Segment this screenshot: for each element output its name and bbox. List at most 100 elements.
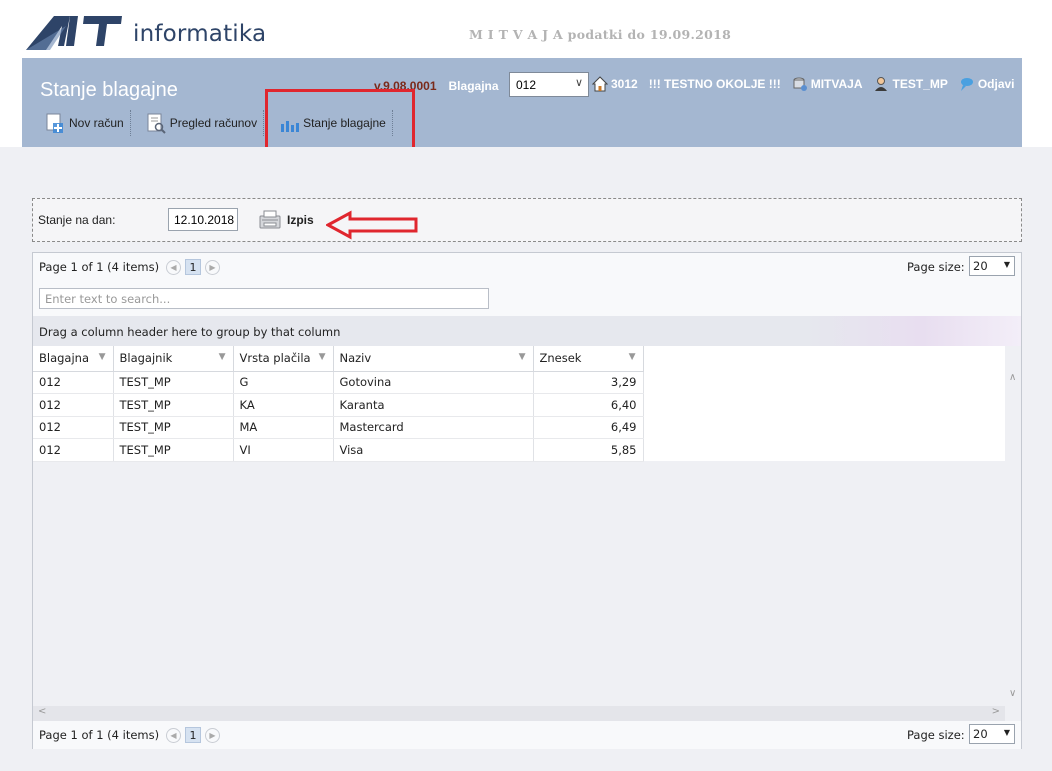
page-number[interactable]: 1 bbox=[185, 727, 201, 743]
red-arrow-annotation bbox=[326, 210, 418, 240]
chevron-down-icon: ∨ bbox=[574, 77, 583, 89]
cell-blagajna: 012 bbox=[33, 438, 114, 462]
column-title: Naziv bbox=[339, 351, 372, 366]
group-panel[interactable]: Drag a column header here to group by th… bbox=[33, 316, 1021, 346]
next-page-icon[interactable]: ▶ bbox=[205, 727, 220, 743]
db-name: MITVAJA bbox=[810, 77, 863, 91]
page-size-value: 20 bbox=[973, 727, 988, 741]
cell-blagajna: 012 bbox=[33, 371, 114, 394]
print-button[interactable]: Izpis bbox=[258, 209, 314, 231]
cell-blagajnik: TEST_MP bbox=[113, 416, 234, 439]
search-row: Enter text to search... bbox=[33, 281, 1021, 316]
table-row[interactable]: 012 TEST_MP KA Karanta 6,40 bbox=[33, 393, 644, 417]
scroll-up-icon[interactable]: ∧ bbox=[1009, 372, 1016, 383]
filter-icon[interactable]: ▼ bbox=[519, 352, 526, 362]
cell-naziv: Visa bbox=[333, 438, 534, 462]
cell-znesek: 3,29 bbox=[533, 371, 644, 394]
page-size-label: Page size: bbox=[907, 260, 965, 274]
cell-blagajnik: TEST_MP bbox=[113, 393, 234, 417]
home-icon bbox=[592, 76, 608, 92]
header-item-store[interactable]: 3012 bbox=[592, 76, 638, 92]
pager-summary: Page 1 of 1 (4 items) bbox=[39, 260, 160, 274]
filter-icon[interactable]: ▼ bbox=[319, 352, 326, 362]
next-page-icon[interactable]: ▶ bbox=[205, 259, 220, 275]
header-item-user[interactable]: TEST_MP bbox=[873, 76, 948, 92]
user-name: TEST_MP bbox=[892, 77, 948, 91]
store-code: 3012 bbox=[611, 77, 638, 91]
cell-vrsta-placila: VI bbox=[233, 438, 334, 462]
blagajna-select[interactable]: 012 ∨ bbox=[509, 72, 589, 97]
database-user-icon bbox=[793, 77, 807, 91]
horizontal-scrollbar[interactable]: < > bbox=[33, 706, 1005, 721]
prev-page-icon[interactable]: ◀ bbox=[166, 727, 181, 743]
page-size-select[interactable]: 20 ▼ bbox=[969, 256, 1015, 276]
filter-icon[interactable]: ▼ bbox=[219, 352, 226, 362]
page-size-select[interactable]: 20 ▼ bbox=[969, 724, 1015, 744]
column-title: Znesek bbox=[539, 351, 582, 366]
prev-page-icon[interactable]: ◀ bbox=[166, 259, 181, 275]
cell-blagajna: 012 bbox=[33, 416, 114, 439]
brand-text: informatika bbox=[133, 21, 267, 47]
document-search-icon bbox=[147, 113, 166, 134]
mit-logo-mark bbox=[26, 16, 122, 50]
cell-blagajnik: TEST_MP bbox=[113, 371, 234, 394]
table-row[interactable]: 012 TEST_MP G Gotovina 3,29 bbox=[33, 371, 644, 394]
cell-znesek: 5,85 bbox=[533, 438, 644, 462]
column-header-vrsta-placila[interactable]: Vrsta plačila ▼ bbox=[233, 346, 334, 372]
header-item-db[interactable]: MITVAJA bbox=[792, 76, 863, 92]
scroll-right-icon[interactable]: > bbox=[992, 706, 1000, 717]
pager-summary: Page 1 of 1 (4 items) bbox=[39, 728, 160, 742]
cell-naziv: Mastercard bbox=[333, 416, 534, 439]
dropdown-arrow-icon: ▼ bbox=[1003, 260, 1010, 269]
blagajna-select-value: 012 bbox=[516, 78, 537, 92]
column-title: Blagajnik bbox=[119, 351, 173, 366]
column-title: Blagajna bbox=[39, 351, 90, 366]
printer-icon bbox=[259, 210, 281, 229]
column-header-blagajnik[interactable]: Blagajnik ▼ bbox=[113, 346, 234, 372]
cell-vrsta-placila: G bbox=[233, 371, 334, 394]
vertical-scrollbar[interactable]: ∧ ∨ bbox=[1005, 346, 1021, 708]
user-icon bbox=[875, 77, 888, 91]
logout-label: Odjavi bbox=[977, 77, 1015, 91]
scroll-down-icon[interactable]: ∨ bbox=[1009, 688, 1016, 699]
cell-naziv: Karanta bbox=[333, 393, 534, 417]
page-title: Stanje blagajne bbox=[40, 79, 178, 101]
page-size-label: Page size: bbox=[907, 728, 965, 742]
invoice-review-label: Pregled računov bbox=[169, 116, 258, 130]
top-pager: Page 1 of 1 (4 items) ◀ 1 ▶ Page size: 2… bbox=[33, 253, 1021, 281]
table-row[interactable]: 012 TEST_MP MA Mastercard 6,49 bbox=[33, 416, 644, 439]
group-hint: Drag a column header here to group by th… bbox=[39, 325, 341, 339]
blagajna-label: Blagajna bbox=[448, 79, 499, 93]
filter-icon[interactable]: ▼ bbox=[629, 352, 636, 362]
filter-icon[interactable]: ▼ bbox=[99, 352, 106, 362]
cell-vrsta-placila: KA bbox=[233, 393, 334, 417]
header-items: 3012 !!! TESTNO OKOLJE !!! MITVAJA TEST_… bbox=[592, 76, 1026, 92]
invoice-review-button[interactable]: Pregled računov bbox=[145, 110, 265, 136]
header-item-env: !!! TESTNO OKOLJE !!! bbox=[649, 77, 781, 91]
scroll-left-icon[interactable]: < bbox=[38, 706, 46, 717]
cell-blagajna: 012 bbox=[33, 393, 114, 417]
search-input[interactable]: Enter text to search... bbox=[39, 288, 489, 309]
data-grid: Page 1 of 1 (4 items) ◀ 1 ▶ Page size: 2… bbox=[32, 252, 1022, 749]
dropdown-arrow-icon: ▼ bbox=[1003, 728, 1010, 737]
cell-znesek: 6,40 bbox=[533, 393, 644, 417]
cell-vrsta-placila: MA bbox=[233, 416, 334, 439]
page-number[interactable]: 1 bbox=[185, 259, 201, 275]
env-warning: !!! TESTNO OKOLJE !!! bbox=[648, 77, 781, 91]
table-row[interactable]: 012 TEST_MP VI Visa 5,85 bbox=[33, 438, 644, 462]
logout-button[interactable]: Odjavi bbox=[959, 76, 1015, 92]
new-invoice-label: Nov račun bbox=[69, 116, 124, 130]
page-size-value: 20 bbox=[973, 259, 988, 273]
date-label: Stanje na dan: bbox=[38, 213, 116, 227]
logout-icon bbox=[960, 78, 973, 91]
date-input[interactable]: 12.10.2018 bbox=[168, 208, 238, 231]
new-invoice-button[interactable]: Nov račun bbox=[44, 110, 131, 136]
cell-blagajnik: TEST_MP bbox=[113, 438, 234, 462]
cell-naziv: Gotovina bbox=[333, 371, 534, 394]
highlight-box bbox=[265, 89, 415, 154]
column-header-naziv[interactable]: Naziv ▼ bbox=[333, 346, 534, 372]
table-area: Blagajna ▼ Blagajnik ▼ Vrsta plačila ▼ Nazi… bbox=[33, 346, 1005, 706]
pager-nav: ◀ 1 ▶ bbox=[164, 259, 222, 275]
column-header-blagajna[interactable]: Blagajna ▼ bbox=[33, 346, 114, 372]
column-header-znesek[interactable]: Znesek ▼ bbox=[533, 346, 644, 372]
